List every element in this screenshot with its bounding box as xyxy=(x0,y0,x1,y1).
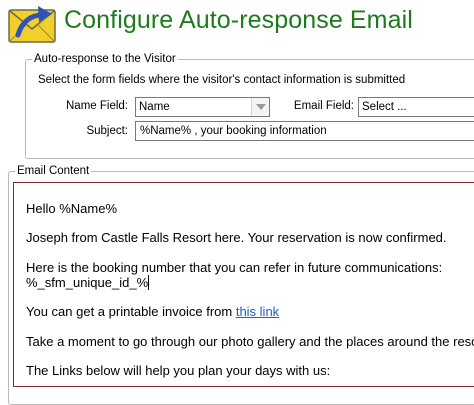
name-field-select[interactable]: Name xyxy=(135,97,270,117)
subject-label-text: Subject: xyxy=(86,125,128,137)
email-content-editor[interactable]: Hello %Name% Joseph from Castle Falls Re… xyxy=(13,182,474,387)
email-line: You can get a printable invoice from thi… xyxy=(26,304,279,319)
subject-input[interactable] xyxy=(135,121,474,141)
email-line-placeholder: %_sfm_unique_id_% xyxy=(26,275,150,290)
email-field-value: Select ... xyxy=(362,101,407,113)
email-field-label: Email Field: xyxy=(288,100,354,112)
envelope-arrow-icon xyxy=(8,3,60,47)
chevron-down-icon[interactable] xyxy=(251,98,269,116)
email-field-select[interactable]: Select ... xyxy=(358,97,474,117)
email-line: Hello %Name% xyxy=(26,201,118,216)
email-line: Joseph from Castle Falls Resort here. Yo… xyxy=(26,230,447,245)
name-field-label-text: Name Field: xyxy=(66,100,128,112)
name-field-value: Name xyxy=(139,101,170,113)
invoice-text: You can get a printable invoice from xyxy=(26,304,236,319)
name-field-label: Name Field: xyxy=(40,100,128,112)
email-line: The Links below will help you plan your … xyxy=(26,363,331,378)
email-line: Take a moment to go through our photo ga… xyxy=(26,334,474,349)
invoice-link[interactable]: this link xyxy=(236,304,279,319)
email-field-label-text: Email Field: xyxy=(293,100,354,112)
email-line: Here is the booking number that you can … xyxy=(26,260,443,275)
email-content-legend: Email Content xyxy=(17,165,90,177)
visitor-section-legend: Auto-response to the Visitor xyxy=(34,53,176,65)
text-caret xyxy=(148,275,150,290)
page-title: Configure Auto-response Email xyxy=(64,6,413,34)
subject-label: Subject: xyxy=(40,125,128,137)
unique-id-token: %_sfm_unique_id_% xyxy=(26,275,149,290)
visitor-section-description: Select the form fields where the visitor… xyxy=(38,74,406,86)
